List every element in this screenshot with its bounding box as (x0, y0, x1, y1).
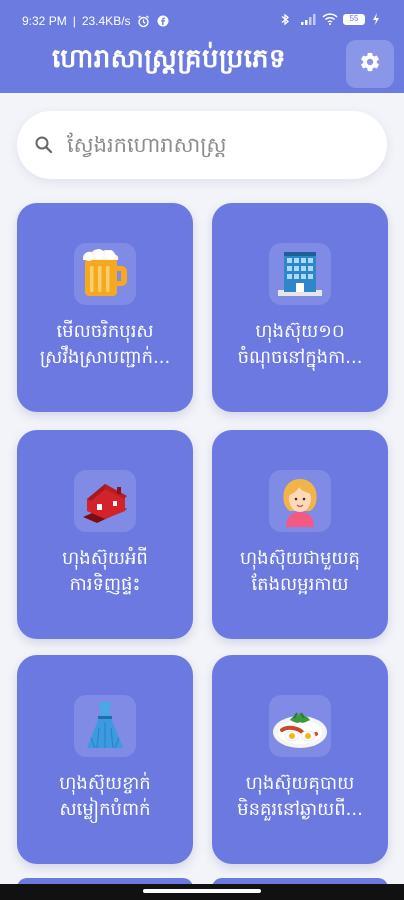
category-card-label: ហុងស៊ុយជាមួយគុ តែងលម្អរកាយ (240, 548, 360, 595)
office-building-icon (269, 243, 331, 305)
woman-avatar-icon (269, 470, 331, 532)
category-card-food[interactable]: ហុងស៊ុយគុបាយ មិនគួរនៅឆ្ងាយពី... (212, 655, 388, 864)
category-card-label: ហុងស៊ុយ១០ ចំណុចនៅក្នុងកា... (237, 321, 363, 368)
settings-button[interactable] (346, 40, 394, 88)
search-bar[interactable] (17, 111, 387, 179)
battery-icon: 55 (343, 13, 365, 25)
status-right: 55 (280, 13, 386, 26)
food-plate-icon (269, 695, 331, 757)
status-time: 9:32 PM (22, 14, 67, 28)
category-card-clothing[interactable]: ហុងស៊ុយខ្ចាក់ សម្លៀកបំពាក់ (17, 655, 193, 864)
category-card-buying-house[interactable]: ហុងស៊ុយអំពី ការទិញផ្ទះ (17, 430, 193, 639)
home-indicator[interactable] (143, 889, 261, 893)
charging-icon (372, 13, 386, 25)
red-house-icon (74, 470, 136, 532)
status-net-speed: 23.4KB/s (81, 14, 131, 28)
wifi-icon (322, 13, 338, 25)
category-card-drunk-men[interactable]: មើលចរិកបុរស ស្រវឹងស្រាបញ្ជាក់... (17, 203, 193, 412)
facebook-icon (157, 15, 171, 27)
category-card-office[interactable]: ហុងស៊ុយ១០ ចំណុចនៅក្នុងកា... (212, 203, 388, 412)
blue-dress-icon (74, 695, 136, 757)
search-input[interactable] (65, 132, 359, 158)
bluetooth-icon (280, 13, 294, 26)
search-icon (33, 134, 55, 156)
category-card-label: ហុងស៊ុយខ្ចាក់ សម្លៀកបំពាក់ (59, 773, 151, 820)
category-card-beauty[interactable]: ហុងស៊ុយជាមួយគុ តែងលម្អរកាយ (212, 430, 388, 639)
status-bar: 9:32 PM | 23.4KB/s 55 (0, 0, 404, 40)
app-screen: 9:32 PM | 23.4KB/s 55 ហោរាសាស្ត្រគ្រប់ប្… (0, 0, 404, 900)
beer-mug-icon (74, 243, 136, 305)
gear-icon (359, 51, 381, 77)
status-left: 9:32 PM | 23.4KB/s (22, 14, 171, 28)
alarm-icon (137, 15, 151, 28)
category-card-label: ហុងស៊ុយអំពី ការទិញផ្ទះ (62, 548, 148, 595)
app-header: 9:32 PM | 23.4KB/s 55 ហោរាសាស្ត្រគ្រប់ប្… (0, 0, 404, 93)
category-card-label: ហុងស៊ុយគុបាយ មិនគួរនៅឆ្ងាយពី... (237, 773, 363, 820)
signal-icon (301, 13, 316, 25)
page-title: ហោរាសាស្ត្រគ្រប់ប្រភេទ (51, 44, 287, 74)
category-card-label: មើលចរិកបុរស ស្រវឹងស្រាបញ្ជាក់... (39, 321, 171, 368)
status-divider: | (72, 14, 76, 28)
